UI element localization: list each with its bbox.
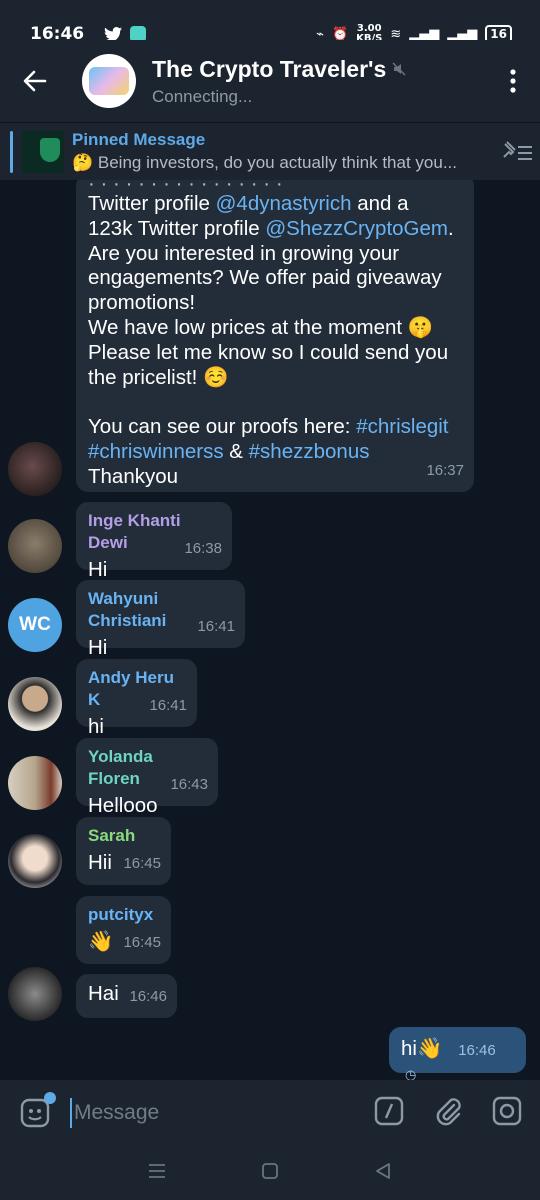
message-time: 16:45 <box>123 934 161 952</box>
square-icon <box>262 1163 278 1179</box>
group-logo <box>89 67 129 95</box>
message-bubble[interactable]: · · · · · · · · · · · · · · · · Twitter … <box>76 180 474 492</box>
pinned-title: Pinned Message <box>72 130 206 149</box>
message-line: You can see our proofs here: #chrislegit <box>88 415 462 440</box>
system-back-button[interactable] <box>374 1162 392 1184</box>
more-vertical-icon <box>510 69 516 93</box>
message-text: Thankyou <box>88 464 179 488</box>
outgoing-message-bubble[interactable]: hi👋 16:46 ◷ <box>389 1027 526 1080</box>
chat-title: The Crypto Traveler's <box>152 55 387 82</box>
message-text: & <box>223 439 249 463</box>
message-bubble[interactable]: Yolanda Floren Hellooo 16:43 <box>76 738 218 817</box>
message-bubble[interactable]: Wahyuni Christiani Hi 16:41 <box>76 580 245 659</box>
message-bubble[interactable]: putcityx 👋 16:45 <box>76 896 171 964</box>
pin-list-icon <box>503 140 532 160</box>
clock-pending-icon: ◷ <box>405 1067 417 1080</box>
system-nav-bar <box>0 1146 540 1200</box>
message-bubble[interactable]: Sarah Hii 16:45 <box>76 817 171 885</box>
message-bubble[interactable]: Andy Heru K hi 16:41 <box>76 659 197 738</box>
message-text: Are you interested in growing your engag… <box>88 241 442 315</box>
message-line: #chriswinnerss & #shezzbonus <box>88 440 462 465</box>
notification-dot <box>44 1092 56 1104</box>
avatar[interactable] <box>8 834 62 888</box>
pinned-message-bar[interactable]: Pinned Message 🤔 Being investors, do you… <box>0 122 540 180</box>
slash-command-icon <box>374 1096 404 1126</box>
more-options-button[interactable] <box>486 40 540 122</box>
message-time: 16:37 <box>426 462 464 480</box>
message-time: 16:41 <box>197 618 235 636</box>
message-time: 16:46 <box>129 988 167 1006</box>
message-text: Twitter profile <box>88 192 216 215</box>
sender-name[interactable]: putcityx <box>88 904 159 926</box>
pinned-thumbnail <box>22 130 64 173</box>
hashtag-link[interactable]: #chriswinnerss <box>88 440 224 463</box>
avatar[interactable] <box>8 677 62 731</box>
message-time: 16:46 <box>458 1042 496 1059</box>
pinned-preview: 🤔 Being investors, do you actually think… <box>72 153 457 172</box>
message-line: Twitter profile @4dynastyrich and a <box>88 192 462 217</box>
pinned-indicator <box>10 130 13 173</box>
message-time: 16:45 <box>123 855 161 873</box>
message-text: 123k Twitter profile <box>88 216 266 240</box>
message-text: . <box>447 216 454 240</box>
message-time: 16:38 <box>184 540 222 558</box>
avatar[interactable]: WC <box>8 598 62 652</box>
connection-status: Connecting... <box>152 86 253 106</box>
muted-icon <box>392 62 406 76</box>
attach-button[interactable] <box>434 1096 462 1130</box>
bot-commands-button[interactable] <box>374 1096 404 1130</box>
message-bubble[interactable]: Hai 16:46 <box>76 974 177 1018</box>
paperclip-icon <box>436 1098 461 1126</box>
pinned-list-button[interactable] <box>492 140 540 163</box>
hashtag-link[interactable]: #chrislegit <box>356 415 448 438</box>
message-bubble[interactable]: Inge Khanti Dewi Hi 16:38 <box>76 502 232 581</box>
recent-apps-button[interactable] <box>148 1163 166 1183</box>
message-line: 123k Twitter profile @ShezzCryptoGem. <box>88 217 462 242</box>
camera-icon <box>492 1096 522 1126</box>
message-input-bar: Message <box>0 1080 540 1146</box>
sticker-button[interactable] <box>0 1092 70 1128</box>
shield-icon <box>40 137 60 162</box>
menu-lines-icon <box>148 1164 165 1178</box>
message-list[interactable]: · · · · · · · · · · · · · · · · Twitter … <box>0 180 540 1080</box>
mention-link[interactable]: @ShezzCryptoGem <box>265 217 448 240</box>
message-time: 16:41 <box>149 697 187 715</box>
message-text: We have low prices at the moment 🤫 <box>88 315 434 339</box>
arrow-left-icon <box>23 70 47 92</box>
avatar[interactable] <box>8 442 62 496</box>
message-partial-line: · · · · · · · · · · · · · · · · <box>88 182 462 192</box>
hashtag-link[interactable]: #shezzbonus <box>249 440 370 463</box>
sticker-icon <box>20 1092 56 1128</box>
avatar[interactable] <box>8 519 62 573</box>
home-button[interactable] <box>261 1162 279 1184</box>
back-button[interactable] <box>0 40 70 122</box>
chat-header: The Crypto Traveler's Connecting... <box>0 40 540 122</box>
message-text: and a <box>351 192 409 215</box>
avatar[interactable] <box>8 967 62 1021</box>
message-text: hi👋 <box>401 1037 443 1060</box>
message-text: You can see our proofs here: <box>88 415 357 439</box>
camera-button[interactable] <box>492 1096 522 1130</box>
header-info[interactable]: The Crypto Traveler's Connecting... <box>152 56 406 107</box>
group-avatar[interactable] <box>82 54 136 108</box>
sender-name[interactable]: Sarah <box>88 825 159 847</box>
avatar[interactable] <box>8 756 62 810</box>
mention-link[interactable]: @4dynastyrich <box>216 192 352 215</box>
message-input[interactable]: Message <box>70 1098 374 1128</box>
message-text: Please let me know so I could send you t… <box>88 340 449 389</box>
triangle-back-icon <box>376 1163 391 1179</box>
message-time: 16:43 <box>170 776 208 794</box>
